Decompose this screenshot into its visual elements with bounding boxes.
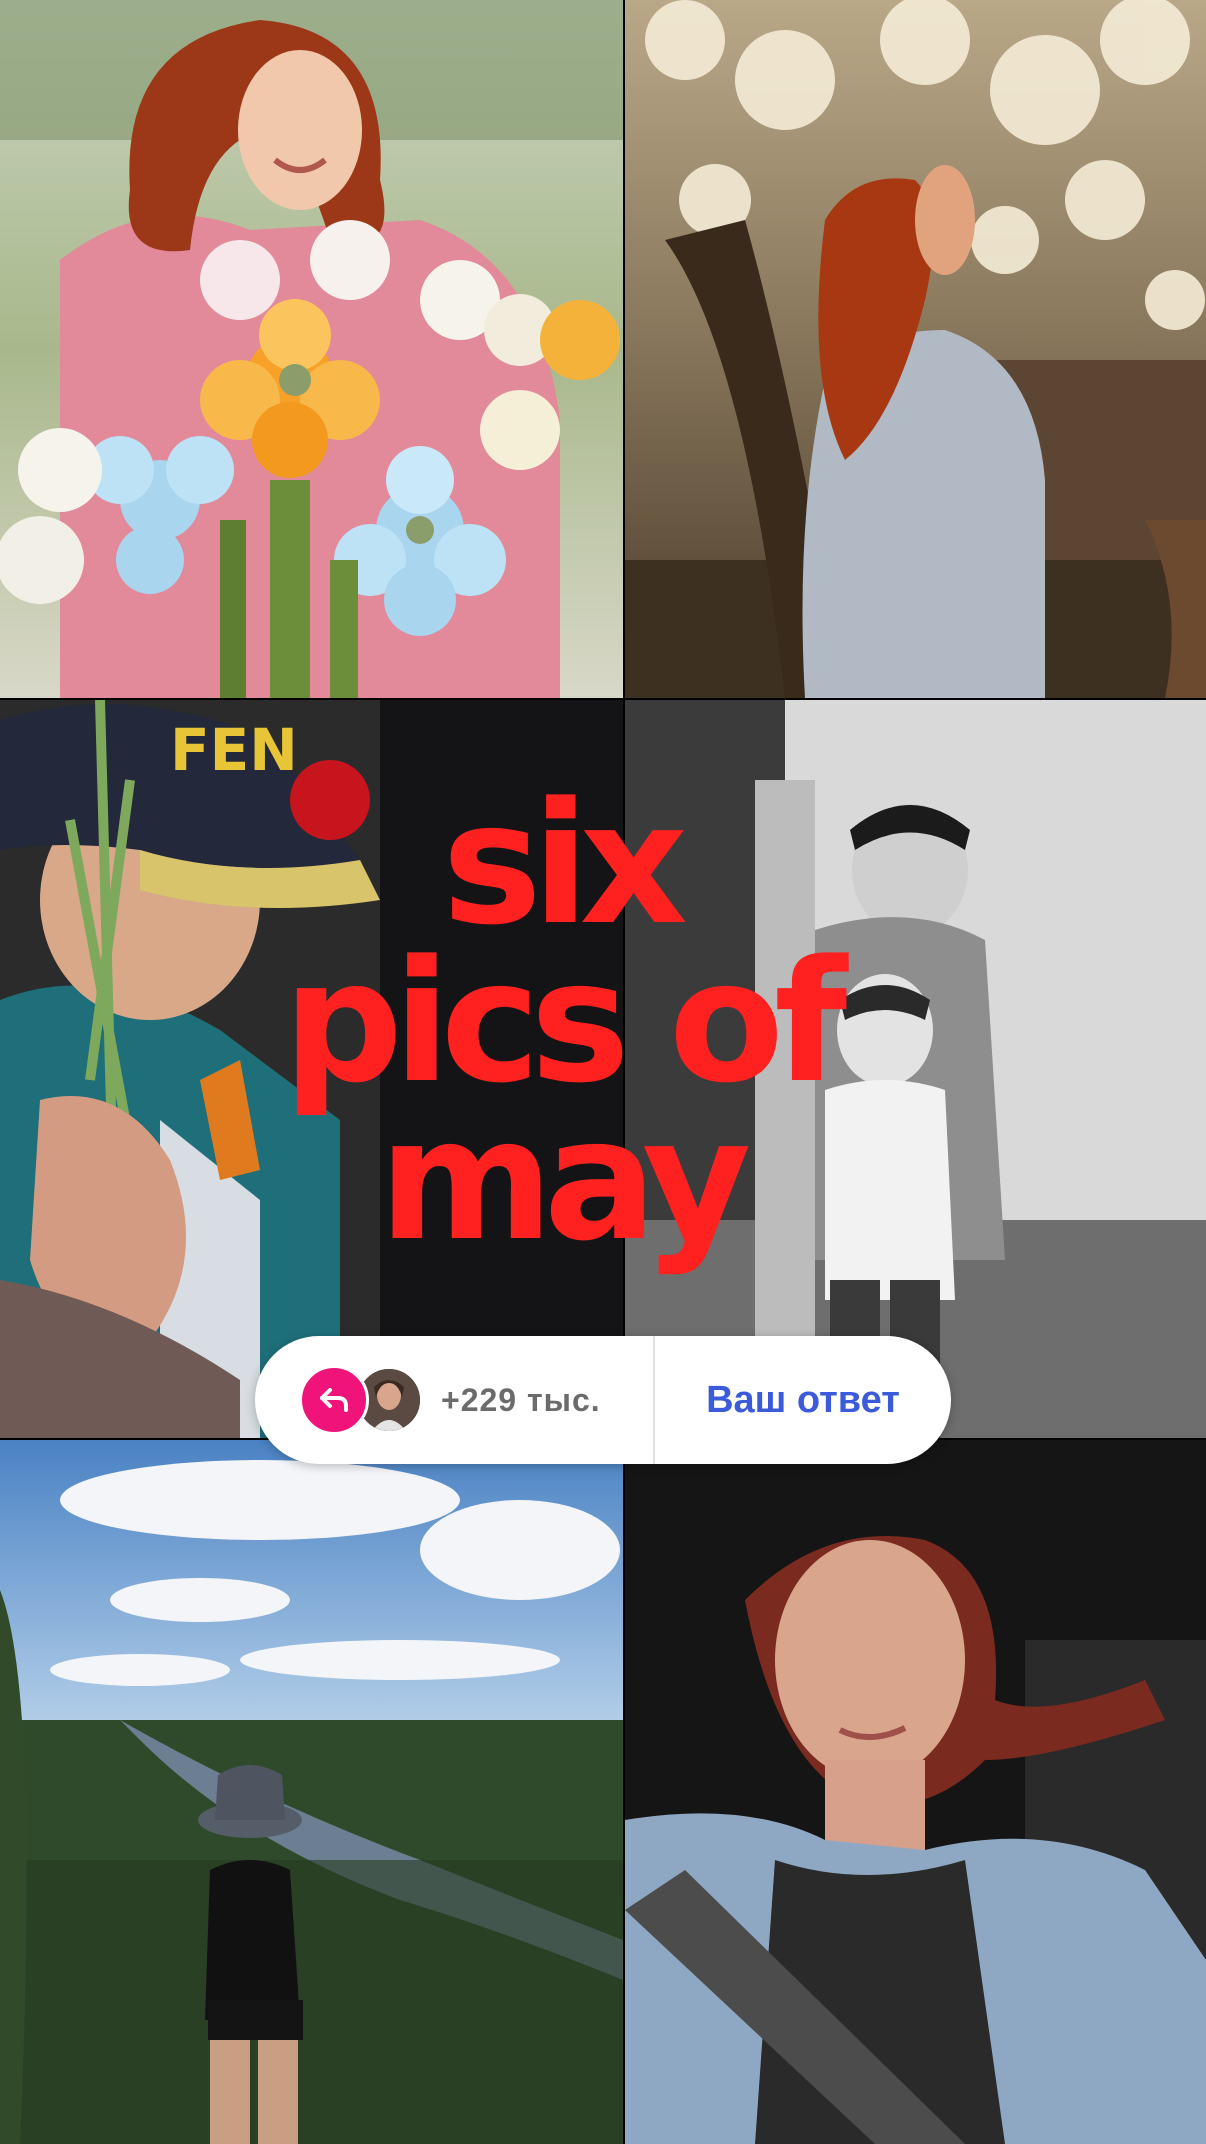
story-headline: six pics of may: [250, 766, 870, 1278]
reply-count: +229 тыс.: [441, 1381, 601, 1418]
cap-logo-text: FEN: [170, 716, 298, 784]
headline-line-1: six: [442, 766, 688, 962]
photo-blossom-tree: [625, 0, 1206, 698]
headline-line-2: pics of: [282, 924, 847, 1120]
reply-arrow-icon: [299, 1365, 369, 1435]
reply-sticker[interactable]: +229 тыс. Ваш ответ: [255, 1336, 951, 1464]
photo-river-overlook: [0, 1440, 623, 2144]
photo-balloon-flowers: [0, 0, 623, 698]
your-reply-button[interactable]: Ваш ответ: [655, 1379, 951, 1422]
headline-line-3: may: [378, 1082, 752, 1278]
story-canvas: FEN six pics of may +229 тыс. Ваш ответ: [0, 0, 1206, 2144]
reply-summary[interactable]: +229 тыс.: [255, 1336, 653, 1464]
photo-car-selfie: [625, 1440, 1206, 2144]
